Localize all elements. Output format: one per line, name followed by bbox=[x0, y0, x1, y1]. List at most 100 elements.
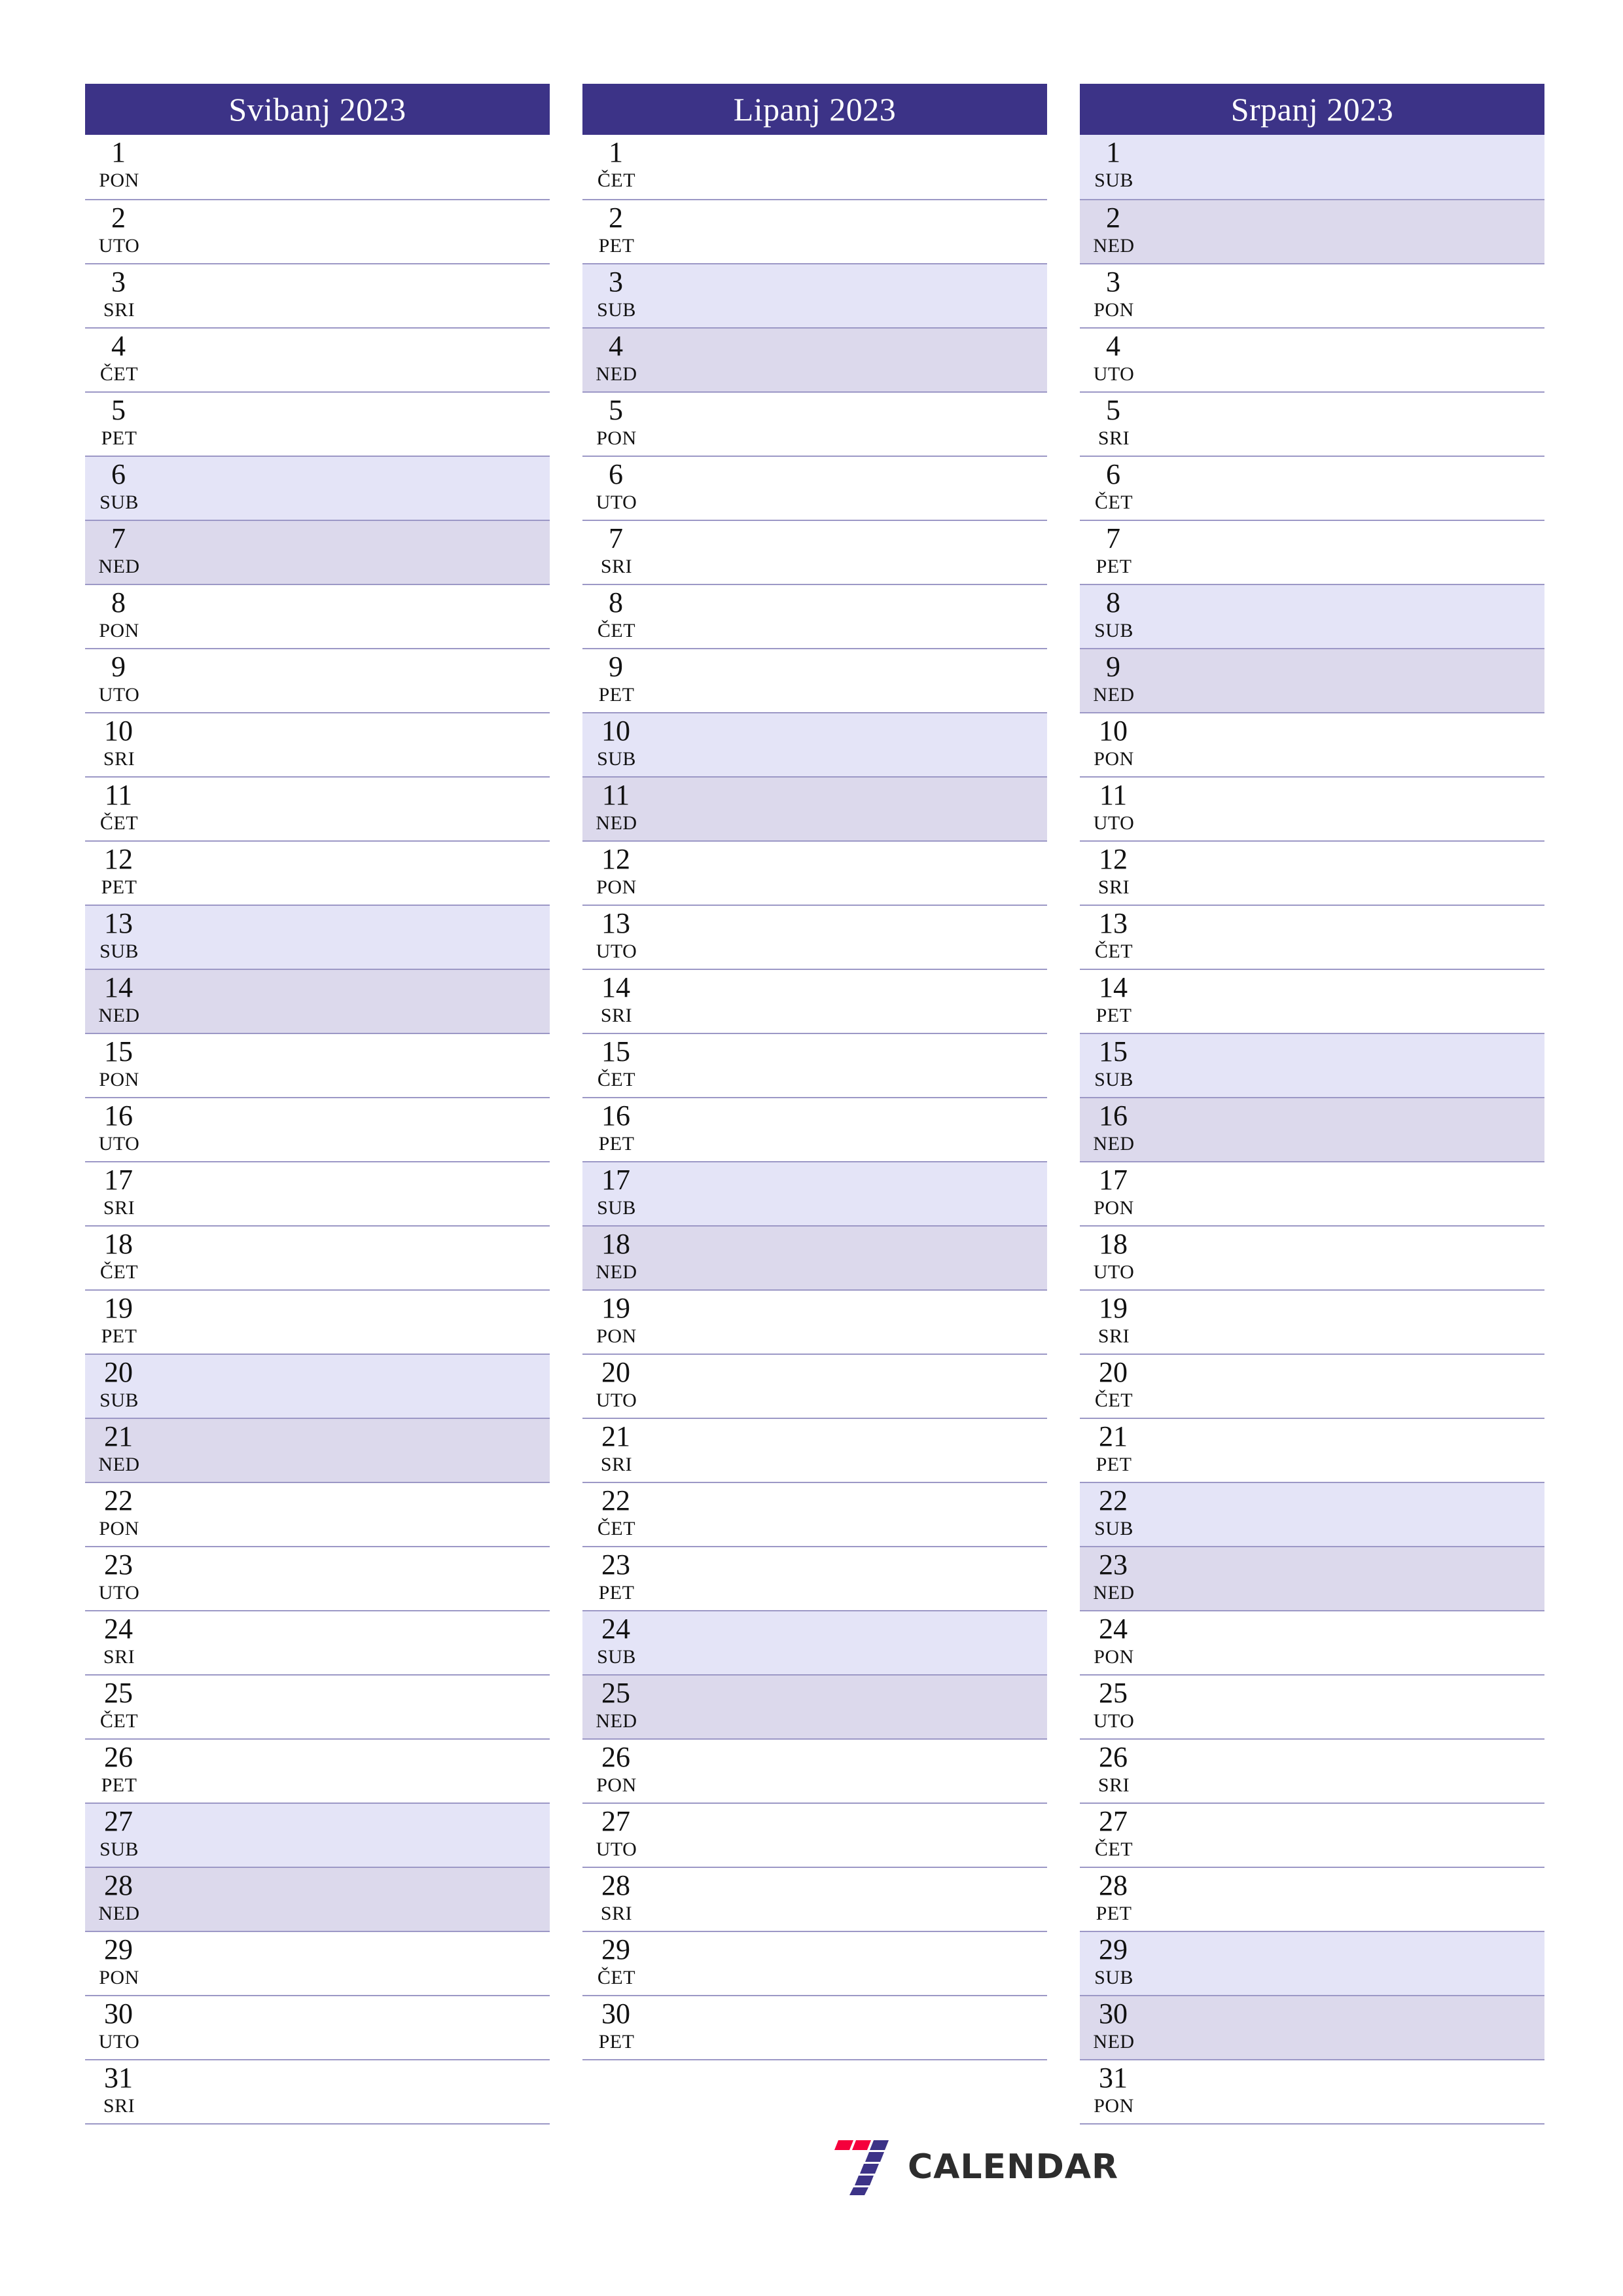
day-row[interactable]: 15 ČET bbox=[582, 1033, 1047, 1097]
day-row[interactable]: 9 PET bbox=[582, 648, 1047, 712]
day-row[interactable]: 25 ČET bbox=[85, 1674, 550, 1738]
day-row[interactable]: 7 NED bbox=[85, 520, 550, 584]
day-row[interactable]: 29 SUB bbox=[1080, 1931, 1544, 1995]
day-row[interactable]: 8 PON bbox=[85, 584, 550, 648]
day-row[interactable]: 6 UTO bbox=[582, 456, 1047, 520]
day-row[interactable]: 22 PON bbox=[85, 1482, 550, 1546]
day-row[interactable]: 26 SRI bbox=[1080, 1738, 1544, 1803]
day-row[interactable]: 16 PET bbox=[582, 1097, 1047, 1161]
day-row[interactable]: 4 UTO bbox=[1080, 327, 1544, 391]
day-row[interactable]: 17 SRI bbox=[85, 1161, 550, 1225]
day-row[interactable]: 5 SRI bbox=[1080, 391, 1544, 456]
day-row[interactable]: 1 SUB bbox=[1080, 135, 1544, 199]
day-row[interactable]: 31 SRI bbox=[85, 2059, 550, 2123]
brand-logo-text: CALENDAR bbox=[908, 2147, 1119, 2187]
day-row[interactable]: 5 PET bbox=[85, 391, 550, 456]
day-weekday-label: SUB bbox=[597, 1197, 636, 1219]
day-row[interactable]: 25 UTO bbox=[1080, 1674, 1544, 1738]
day-row[interactable]: 20 UTO bbox=[582, 1354, 1047, 1418]
day-row[interactable]: 15 SUB bbox=[1080, 1033, 1544, 1097]
day-row[interactable]: 2 PET bbox=[582, 199, 1047, 263]
day-row[interactable]: 2 NED bbox=[1080, 199, 1544, 263]
day-row[interactable]: 24 SRI bbox=[85, 1610, 550, 1674]
day-row[interactable]: 5 PON bbox=[582, 391, 1047, 456]
day-row[interactable]: 6 SUB bbox=[85, 456, 550, 520]
day-row[interactable]: 1 PON bbox=[85, 135, 550, 199]
day-row[interactable]: 18 ČET bbox=[85, 1225, 550, 1289]
day-weekday-label: UTO bbox=[596, 1839, 637, 1860]
day-row[interactable]: 10 PON bbox=[1080, 712, 1544, 776]
day-row[interactable]: 11 UTO bbox=[1080, 776, 1544, 840]
day-row[interactable]: 23 NED bbox=[1080, 1546, 1544, 1610]
day-row[interactable]: 23 UTO bbox=[85, 1546, 550, 1610]
day-row[interactable]: 1 ČET bbox=[582, 135, 1047, 199]
day-row[interactable]: 12 PET bbox=[85, 840, 550, 905]
day-row[interactable]: 9 UTO bbox=[85, 648, 550, 712]
day-row[interactable]: 30 NED bbox=[1080, 1995, 1544, 2059]
day-row[interactable]: 29 PON bbox=[85, 1931, 550, 1995]
day-row[interactable]: 26 PET bbox=[85, 1738, 550, 1803]
day-row[interactable]: 10 SUB bbox=[582, 712, 1047, 776]
day-row[interactable]: 9 NED bbox=[1080, 648, 1544, 712]
day-row[interactable]: 22 SUB bbox=[1080, 1482, 1544, 1546]
day-row[interactable]: 16 UTO bbox=[85, 1097, 550, 1161]
day-row[interactable]: 13 UTO bbox=[582, 905, 1047, 969]
day-row[interactable]: 21 NED bbox=[85, 1418, 550, 1482]
day-weekday-label: NED bbox=[1093, 235, 1135, 257]
day-row[interactable]: 7 PET bbox=[1080, 520, 1544, 584]
day-row[interactable]: 19 PON bbox=[582, 1289, 1047, 1354]
day-row[interactable]: 28 SRI bbox=[582, 1867, 1047, 1931]
day-row[interactable]: 24 PON bbox=[1080, 1610, 1544, 1674]
day-weekday-label: NED bbox=[98, 556, 140, 577]
day-row[interactable]: 23 PET bbox=[582, 1546, 1047, 1610]
day-row[interactable]: 28 PET bbox=[1080, 1867, 1544, 1931]
day-row[interactable]: 8 SUB bbox=[1080, 584, 1544, 648]
day-row[interactable]: 4 NED bbox=[582, 327, 1047, 391]
day-row[interactable]: 17 SUB bbox=[582, 1161, 1047, 1225]
day-row[interactable]: 3 PON bbox=[1080, 263, 1544, 327]
day-row[interactable]: 21 SRI bbox=[582, 1418, 1047, 1482]
month-column-1: Svibanj 2023 1 PON 2 UTO 3 SRI 4 ČET 5 PET 6 SUB 7 NE… bbox=[85, 84, 550, 2125]
day-row[interactable]: 12 SRI bbox=[1080, 840, 1544, 905]
day-row[interactable]: 6 ČET bbox=[1080, 456, 1544, 520]
day-row[interactable]: 12 PON bbox=[582, 840, 1047, 905]
day-row[interactable]: 25 NED bbox=[582, 1674, 1047, 1738]
day-row[interactable]: 4 ČET bbox=[85, 327, 550, 391]
day-row[interactable]: 27 ČET bbox=[1080, 1803, 1544, 1867]
day-row[interactable]: 31 PON bbox=[1080, 2059, 1544, 2123]
day-row[interactable]: 22 ČET bbox=[582, 1482, 1047, 1546]
day-row[interactable]: 16 NED bbox=[1080, 1097, 1544, 1161]
day-row[interactable]: 24 SUB bbox=[582, 1610, 1047, 1674]
day-row[interactable]: 3 SUB bbox=[582, 263, 1047, 327]
day-row[interactable]: 28 NED bbox=[85, 1867, 550, 1931]
day-row[interactable]: 27 UTO bbox=[582, 1803, 1047, 1867]
day-row[interactable]: 20 SUB bbox=[85, 1354, 550, 1418]
day-row[interactable]: 19 PET bbox=[85, 1289, 550, 1354]
day-row[interactable]: 18 NED bbox=[582, 1225, 1047, 1289]
day-row[interactable]: 30 UTO bbox=[85, 1995, 550, 2059]
day-row[interactable]: 11 NED bbox=[582, 776, 1047, 840]
day-row[interactable]: 14 PET bbox=[1080, 969, 1544, 1033]
day-row[interactable]: 17 PON bbox=[1080, 1161, 1544, 1225]
day-row[interactable]: 14 SRI bbox=[582, 969, 1047, 1033]
day-row[interactable]: 29 ČET bbox=[582, 1931, 1047, 1995]
day-row[interactable]: 26 PON bbox=[582, 1738, 1047, 1803]
day-row[interactable]: 13 SUB bbox=[85, 905, 550, 969]
day-number: 12 bbox=[1099, 843, 1128, 875]
day-row[interactable]: 14 NED bbox=[85, 969, 550, 1033]
day-row[interactable]: 30 PET bbox=[582, 1995, 1047, 2059]
day-row[interactable]: 8 ČET bbox=[582, 584, 1047, 648]
day-row[interactable]: 3 SRI bbox=[85, 263, 550, 327]
day-row[interactable]: 2 UTO bbox=[85, 199, 550, 263]
day-row[interactable]: 15 PON bbox=[85, 1033, 550, 1097]
day-row[interactable]: 7 SRI bbox=[582, 520, 1047, 584]
day-row[interactable]: 19 SRI bbox=[1080, 1289, 1544, 1354]
day-row[interactable]: 18 UTO bbox=[1080, 1225, 1544, 1289]
day-row[interactable]: 13 ČET bbox=[1080, 905, 1544, 969]
day-row[interactable]: 20 ČET bbox=[1080, 1354, 1544, 1418]
day-row[interactable]: 27 SUB bbox=[85, 1803, 550, 1867]
day-row[interactable]: 10 SRI bbox=[85, 712, 550, 776]
day-row[interactable]: 11 ČET bbox=[85, 776, 550, 840]
day-row[interactable]: 21 PET bbox=[1080, 1418, 1544, 1482]
day-number: 29 bbox=[1099, 1933, 1128, 1965]
